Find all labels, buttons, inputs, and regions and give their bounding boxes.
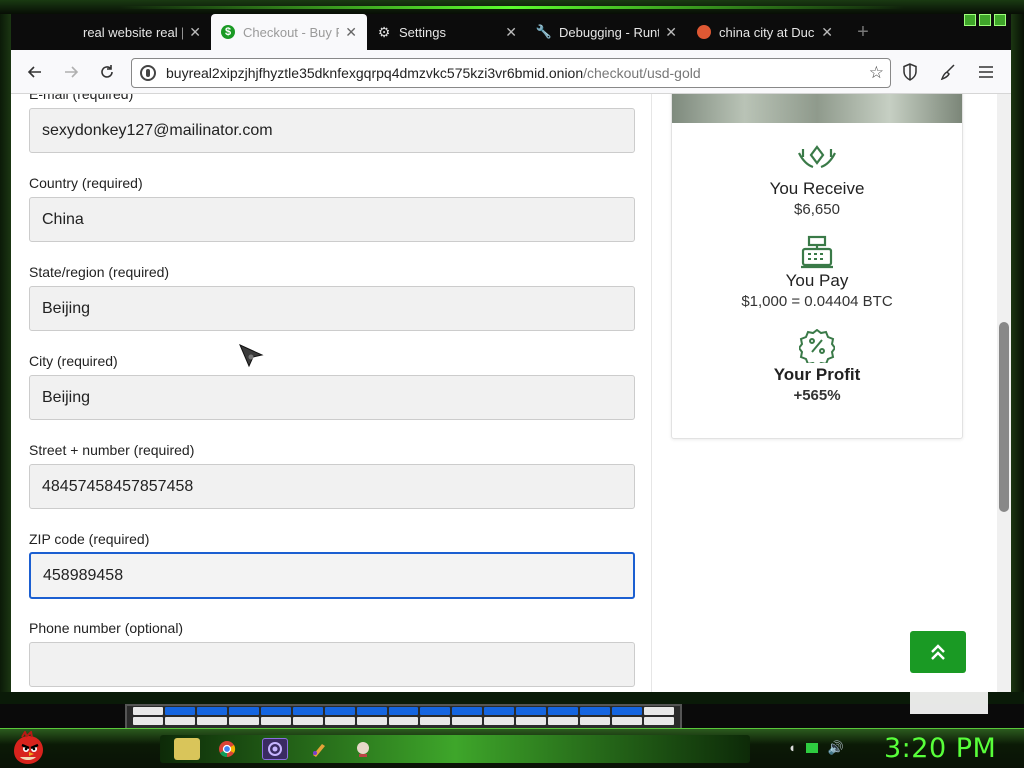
close-icon[interactable]: ✕ <box>821 24 833 41</box>
percent-badge-icon <box>799 329 835 363</box>
tab-debugging[interactable]: 🔧 Debugging - Runtir ✕ <box>527 14 687 50</box>
display-icon[interactable] <box>805 743 818 753</box>
wrench-icon: 🔧 <box>535 24 553 39</box>
taskbar-clock[interactable]: 3:20 PM <box>884 733 996 764</box>
receive-block: You Receive $6,650 <box>672 143 962 218</box>
tab-label: Checkout - Buy Re <box>243 24 339 40</box>
checkout-page: E-mail (required) sexydonkey127@mailinat… <box>11 94 997 692</box>
taskbar-glow <box>160 735 750 763</box>
shield-icon <box>903 63 917 81</box>
back-button[interactable] <box>17 56 53 88</box>
phone-field[interactable] <box>29 642 635 687</box>
hands-receive-icon <box>798 145 836 169</box>
minimize-button[interactable] <box>964 14 976 26</box>
profit-value: +565% <box>793 387 841 404</box>
url-bar[interactable]: buyreal2xipzjhjfhyztle35dknfexgqrpq4dmzv… <box>131 58 891 88</box>
phone-label: Phone number (optional) <box>29 620 184 636</box>
receive-value: $6,650 <box>794 201 840 218</box>
desktop-top-border <box>0 0 1024 14</box>
chrome-icon[interactable] <box>214 738 240 760</box>
state-label: State/region (required) <box>29 264 170 280</box>
email-field[interactable]: sexydonkey127@mailinator.com <box>29 108 635 153</box>
close-icon[interactable]: ✕ <box>505 24 517 41</box>
tab-checkout[interactable]: $ Checkout - Buy Re ✕ <box>211 14 367 50</box>
hamburger-menu-icon <box>979 66 993 78</box>
bookmark-star-icon[interactable]: ☆ <box>869 63 884 83</box>
column-divider <box>651 94 652 692</box>
volume-icon[interactable]: 🔊 <box>828 740 844 756</box>
double-chevron-up-icon <box>931 644 945 660</box>
country-field[interactable]: China <box>29 197 635 242</box>
tab-duckduckgo[interactable]: china city at DuckD ✕ <box>687 14 843 50</box>
pay-value: $1,000 = 0.04404 BTC <box>741 293 893 310</box>
scroll-to-top-button[interactable] <box>910 631 966 673</box>
arrow-right-icon <box>65 65 79 78</box>
paint-tool-icon[interactable] <box>306 738 332 760</box>
tab-settings[interactable]: ⚙ Settings ✕ <box>367 14 527 50</box>
desktop-left-border <box>0 14 11 704</box>
url-path: /checkout/usd-gold <box>583 65 701 81</box>
profit-block: Your Profit +565% <box>672 329 962 404</box>
onion-icon[interactable] <box>140 65 156 81</box>
new-tab-button[interactable]: + <box>843 14 883 50</box>
zip-label: ZIP code (required) <box>29 531 150 547</box>
email-label: E-mail (required) <box>29 94 134 102</box>
gear-icon: ⚙ <box>377 23 391 40</box>
profit-title: Your Profit <box>773 365 861 384</box>
network-icon[interactable]: ◖ <box>788 740 796 756</box>
page-scrollbar[interactable] <box>997 94 1011 692</box>
close-icon[interactable]: ✕ <box>189 24 201 41</box>
tab-label: china city at DuckD <box>719 24 815 40</box>
browser-tab-bar: real website real | T ✕ $ Checkout - Buy… <box>11 14 1011 50</box>
city-label: City (required) <box>29 353 118 369</box>
broom-icon <box>940 64 955 81</box>
file-manager-icon[interactable] <box>174 738 200 760</box>
dollar-icon: $ <box>221 25 235 39</box>
pay-title: You Pay <box>785 271 849 290</box>
tab-label: real website real | T <box>83 24 184 40</box>
close-window-button[interactable] <box>994 14 1006 26</box>
close-icon[interactable]: ✕ <box>345 24 357 41</box>
on-screen-keyboard[interactable] <box>125 704 682 730</box>
street-label: Street + number (required) <box>29 442 195 458</box>
window-controls <box>964 14 1006 26</box>
cash-register-icon <box>801 235 833 269</box>
order-summary-card: You Receive $6,650 You Pay $1,000 = 0.04… <box>671 94 963 439</box>
tab-real-website[interactable]: real website real | T ✕ <box>11 14 211 50</box>
maximize-button[interactable] <box>979 14 991 26</box>
zip-field[interactable]: 458989458 <box>29 552 635 599</box>
country-label: Country (required) <box>29 175 143 191</box>
app-icon[interactable] <box>350 738 376 760</box>
new-identity-button[interactable] <box>931 56 965 88</box>
pay-block: You Pay $1,000 = 0.04404 BTC <box>672 235 962 310</box>
reload-button[interactable] <box>89 56 125 88</box>
shield-button[interactable] <box>893 56 927 88</box>
angry-bird-start-icon[interactable] <box>10 731 46 767</box>
reload-icon <box>101 64 113 78</box>
tab-label: Debugging - Runtir <box>559 24 660 40</box>
system-tray: ◖ 🔊 <box>788 740 844 756</box>
forward-button[interactable] <box>53 56 89 88</box>
mouse-cursor-icon <box>239 344 264 368</box>
tab-label: Settings <box>399 24 446 40</box>
menu-button[interactable] <box>969 56 1003 88</box>
taskbar: ◖ 🔊 3:20 PM <box>0 728 1024 768</box>
duckduckgo-icon <box>697 25 711 39</box>
arrow-left-icon <box>27 65 41 78</box>
url-host: buyreal2xipzjhjfhyztle35dknfexgqrpq4dmzv… <box>166 65 584 81</box>
desktop-strip <box>0 692 1024 714</box>
money-banner-image <box>672 94 962 123</box>
browser-nav-bar: buyreal2xipzjhjfhyztle35dknfexgqrpq4dmzv… <box>11 50 1011 94</box>
desktop-right-border <box>1011 14 1024 704</box>
receive-title: You Receive <box>769 179 865 198</box>
street-field[interactable]: 48457458457857458 <box>29 464 635 509</box>
state-field[interactable]: Beijing <box>29 286 635 331</box>
city-field[interactable]: Beijing <box>29 375 635 420</box>
scrollbar-thumb[interactable] <box>999 322 1009 512</box>
tor-browser-icon[interactable] <box>262 738 288 760</box>
close-icon[interactable]: ✕ <box>665 24 677 41</box>
